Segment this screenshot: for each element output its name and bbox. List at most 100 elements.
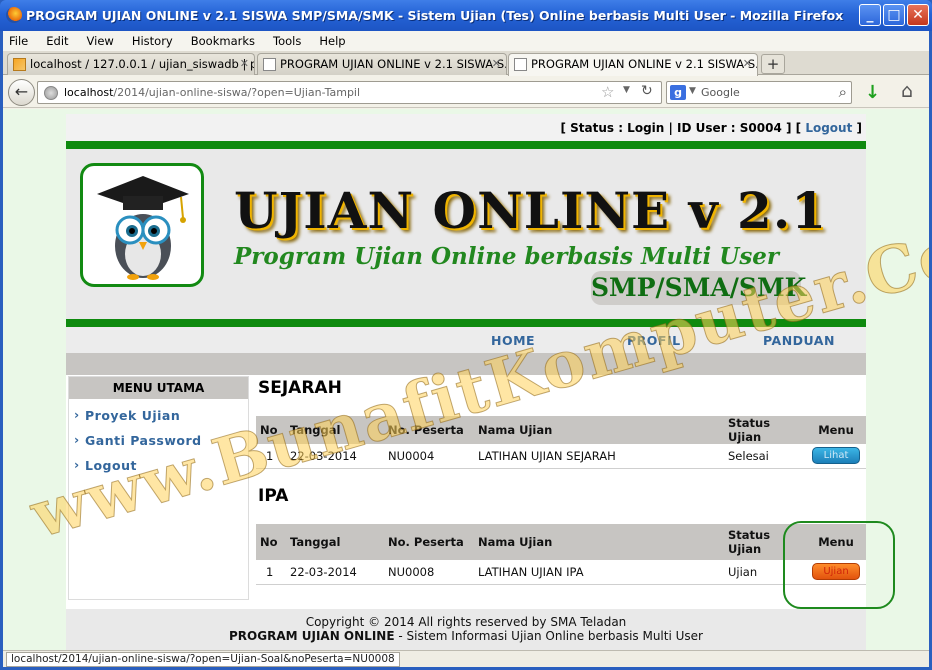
- table-row: 1 22-03-2014 NU0004 LATIHAN UJIAN SEJARA…: [256, 444, 866, 469]
- sidebar-item-ganti-password[interactable]: Ganti Password: [69, 428, 248, 453]
- menu-bookmarks[interactable]: Bookmarks: [191, 34, 255, 48]
- url-bar[interactable]: localhost/2014/ujian-online-siswa/?open=…: [37, 81, 662, 104]
- page-container: [ Status : Login | ID User : S0004 ] [ L…: [66, 114, 895, 650]
- nav-profil[interactable]: PROFIL: [627, 333, 681, 348]
- col-menu: Menu: [806, 416, 866, 444]
- tab-close-icon[interactable]: ✕: [743, 57, 752, 70]
- reload-icon[interactable]: ↻: [641, 83, 653, 99]
- cell-tanggal: 22-03-2014: [286, 560, 384, 585]
- tab-ujian-1[interactable]: PROGRAM UJIAN ONLINE v 2.1 SISWA S... ✕: [257, 53, 507, 75]
- history-dropdown-icon[interactable]: ▼: [623, 85, 630, 95]
- new-tab-button[interactable]: +: [761, 54, 785, 74]
- window-titlebar: PROGRAM UJIAN ONLINE v 2.1 SISWA SMP/SMA…: [0, 0, 932, 31]
- google-icon[interactable]: g: [670, 85, 686, 100]
- menu-tools[interactable]: Tools: [273, 34, 301, 48]
- menu-edit[interactable]: Edit: [46, 34, 68, 48]
- menu-file[interactable]: File: [9, 34, 28, 48]
- browser-frame: File Edit View History Bookmarks Tools H…: [3, 31, 929, 667]
- tab-label: PROGRAM UJIAN ONLINE v 2.1 SISWA S...: [531, 57, 758, 71]
- cell-peserta: NU0004: [384, 444, 474, 469]
- tab-phpmyadmin[interactable]: localhost / 127.0.0.1 / ujian_siswadb | …: [7, 53, 255, 75]
- col-no: No: [256, 524, 286, 560]
- browser-statusbar: localhost/2014/ujian-online-siswa/?open=…: [3, 650, 929, 667]
- exam-table-ipa: No Tanggal No. Peserta Nama Ujian Status…: [256, 524, 866, 585]
- bookmark-star-icon[interactable]: ☆: [601, 83, 614, 101]
- site-footer: Copyright © 2014 All rights reserved by …: [66, 609, 866, 650]
- tab-label: localhost / 127.0.0.1 / ujian_siswadb | …: [30, 57, 255, 71]
- sidebar-item-proyek-ujian[interactable]: Proyek Ujian: [69, 403, 248, 428]
- owl-logo: [80, 163, 204, 287]
- sidebar-heading: MENU UTAMA: [69, 377, 248, 399]
- bottom-green-divider: [66, 319, 866, 327]
- site-header: UJIAN ONLINE v 2.1 Program Ujian Online …: [66, 149, 866, 319]
- tab-strip: localhost / 127.0.0.1 / ujian_siswadb | …: [3, 51, 929, 76]
- status-close: ]: [852, 121, 863, 135]
- firefox-icon: [6, 7, 22, 23]
- col-nama: Nama Ujian: [474, 416, 724, 444]
- exam-content: SEJARAH No Tanggal No. Peserta Nama Ujia…: [256, 376, 895, 609]
- cell-menu: Lihat: [806, 444, 866, 469]
- url-text: localhost/2014/ujian-online-siswa/?open=…: [64, 86, 361, 99]
- search-placeholder: Google: [701, 86, 740, 99]
- page-icon: [514, 58, 527, 71]
- cell-tanggal: 22-03-2014: [286, 444, 384, 469]
- cell-no: 1: [256, 560, 286, 585]
- cell-nama: LATIHAN UJIAN IPA: [474, 560, 724, 585]
- menu-view[interactable]: View: [87, 34, 114, 48]
- cell-status: Selesai: [724, 444, 806, 469]
- table-header-row: No Tanggal No. Peserta Nama Ujian Status…: [256, 524, 866, 560]
- tab-close-icon[interactable]: ✕: [492, 57, 501, 70]
- phpmyadmin-icon: [13, 58, 26, 71]
- col-status: Status Ujian: [724, 416, 806, 444]
- tab-close-icon[interactable]: ✕: [240, 57, 249, 70]
- search-icon[interactable]: ⌕: [839, 83, 847, 101]
- nav-panduan[interactable]: PANDUAN: [763, 333, 835, 348]
- home-icon[interactable]: ⌂: [901, 80, 913, 102]
- maximize-button[interactable]: □: [883, 4, 905, 26]
- search-bar[interactable]: g ▼ Google ⌕: [666, 81, 852, 104]
- col-tanggal: Tanggal: [286, 416, 384, 444]
- menubar: File Edit View History Bookmarks Tools H…: [3, 31, 929, 51]
- logout-link[interactable]: Logout: [805, 121, 852, 135]
- nav-home[interactable]: HOME: [491, 333, 535, 348]
- download-icon[interactable]: ↓: [865, 82, 880, 103]
- globe-icon: [44, 86, 58, 100]
- cell-nama: LATIHAN UJIAN SEJARAH: [474, 444, 724, 469]
- cell-no: 1: [256, 444, 286, 469]
- col-peserta: No. Peserta: [384, 524, 474, 560]
- highlight-circle: [783, 521, 895, 609]
- footer-program: PROGRAM UJIAN ONLINE - Sistem Informasi …: [229, 629, 703, 643]
- exam-table-sejarah: No Tanggal No. Peserta Nama Ujian Status…: [256, 416, 866, 469]
- back-button[interactable]: ←: [8, 79, 35, 106]
- col-no: No: [256, 416, 286, 444]
- table-row: 1 22-03-2014 NU0008 LATIHAN UJIAN IPA Uj…: [256, 560, 866, 585]
- window-title: PROGRAM UJIAN ONLINE v 2.1 SISWA SMP/SMA…: [26, 8, 844, 23]
- page-icon: [263, 58, 276, 71]
- section-title-ipa: IPA: [258, 486, 289, 506]
- web-viewport: [ Status : Login | ID User : S0004 ] [ L…: [3, 109, 929, 650]
- tab-label: PROGRAM UJIAN ONLINE v 2.1 SISWA S...: [280, 57, 507, 71]
- school-levels-badge: SMP/SMA/SMK: [591, 271, 806, 305]
- tab-ujian-active[interactable]: PROGRAM UJIAN ONLINE v 2.1 SISWA S... ✕: [508, 53, 758, 76]
- sidebar-menu: MENU UTAMA Proyek Ujian Ganti Password L…: [68, 376, 249, 600]
- footer-copyright: Copyright © 2014 All rights reserved by …: [305, 615, 627, 629]
- navigation-toolbar: ← localhost/2014/ujian-online-siswa/?ope…: [3, 76, 929, 108]
- status-link: localhost/2014/ujian-online-siswa/?open=…: [6, 652, 400, 667]
- col-nama: Nama Ujian: [474, 524, 724, 560]
- section-title-sejarah: SEJARAH: [258, 378, 342, 398]
- status-text: [ Status : Login | ID User : S0004 ] [: [560, 121, 806, 135]
- minimize-button[interactable]: _: [859, 4, 881, 26]
- table-header-row: No Tanggal No. Peserta Nama Ujian Status…: [256, 416, 866, 444]
- site-subtitle: Program Ujian Online berbasis Multi User: [234, 243, 780, 270]
- menu-history[interactable]: History: [132, 34, 173, 48]
- close-window-button[interactable]: ✕: [907, 4, 929, 26]
- menu-help[interactable]: Help: [319, 34, 345, 48]
- cell-peserta: NU0008: [384, 560, 474, 585]
- lihat-button[interactable]: Lihat: [812, 447, 860, 465]
- col-tanggal: Tanggal: [286, 524, 384, 560]
- sidebar-item-logout[interactable]: Logout: [69, 453, 248, 478]
- col-peserta: No. Peserta: [384, 416, 474, 444]
- login-status: [ Status : Login | ID User : S0004 ] [ L…: [66, 114, 866, 141]
- top-green-divider: [66, 141, 866, 149]
- search-engine-dropdown-icon[interactable]: ▼: [689, 86, 696, 96]
